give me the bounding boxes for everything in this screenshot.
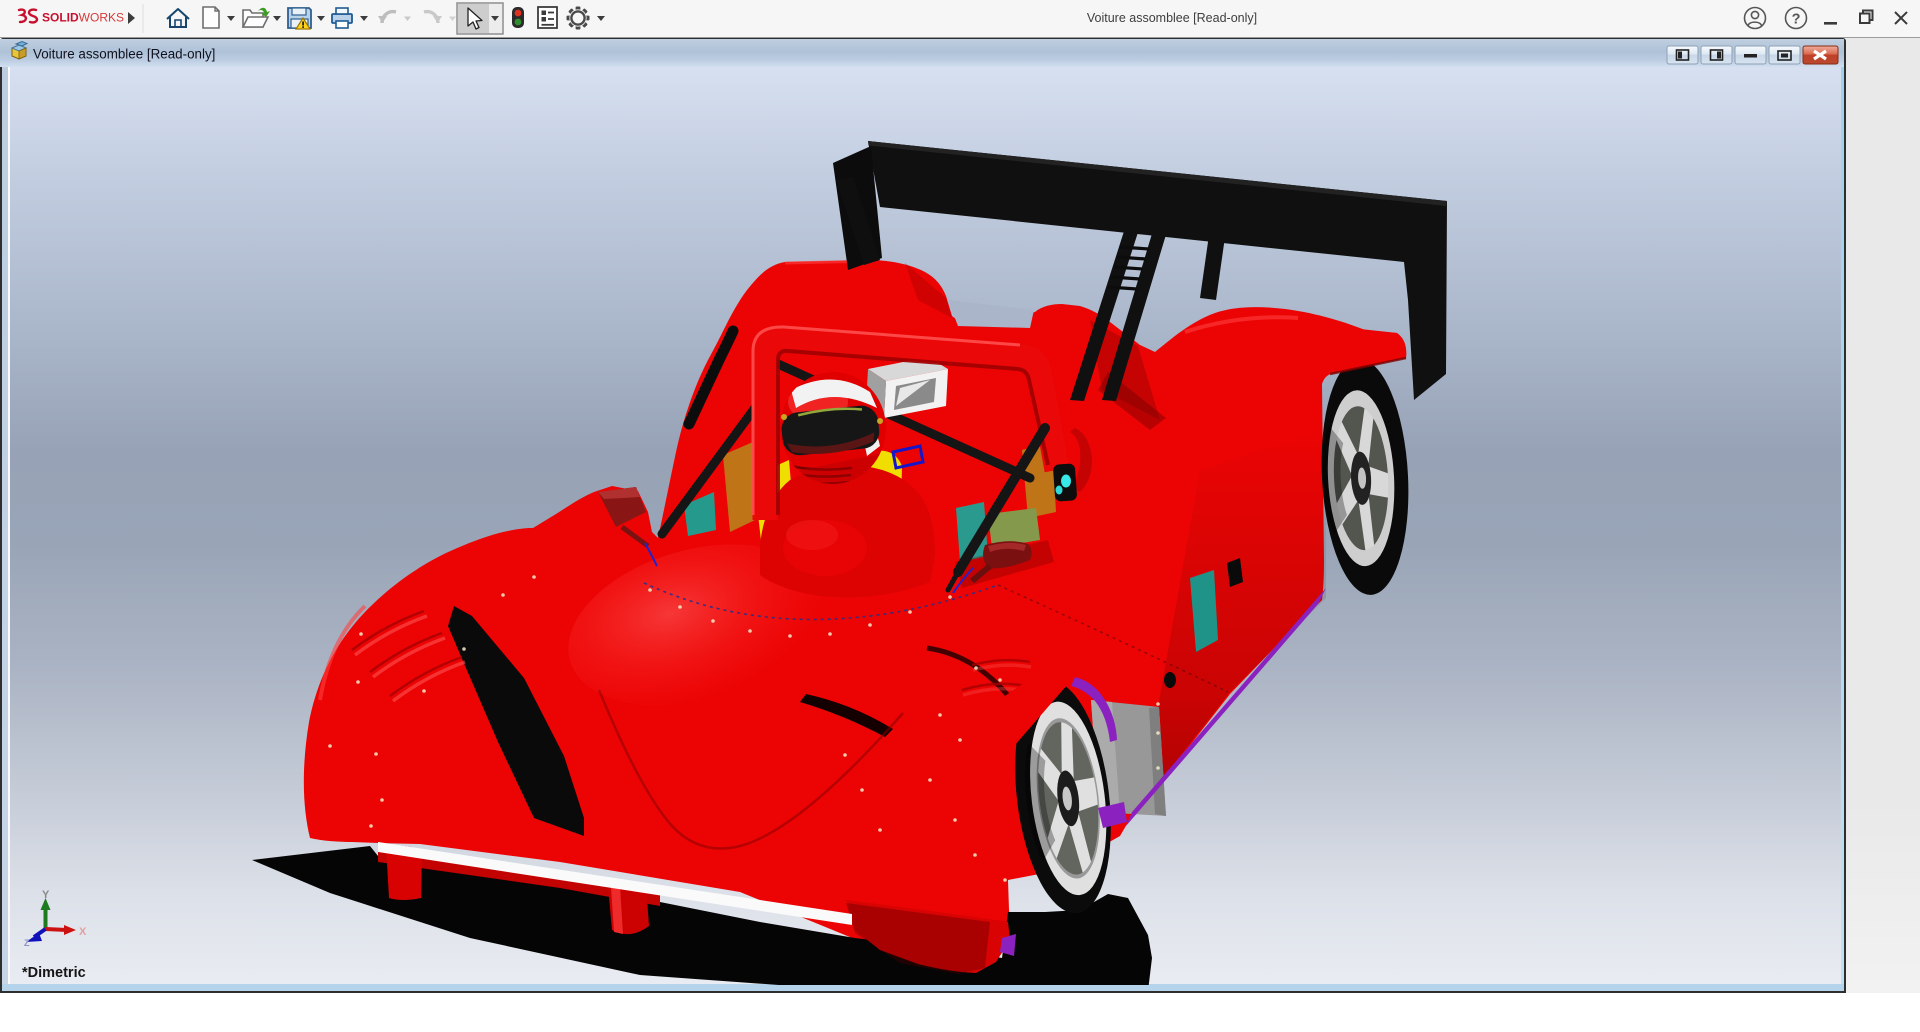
svg-text:*Dimetric: *Dimetric <box>22 965 86 981</box>
svg-text:X: X <box>79 926 87 938</box>
svg-text:Z: Z <box>24 938 30 948</box>
svg-text:?: ? <box>1792 12 1801 28</box>
svg-text:Voiture assomblee [Read-only]: Voiture assomblee [Read-only] <box>1087 11 1257 25</box>
svg-text:SOLIDWORKS: SOLIDWORKS <box>42 11 124 25</box>
svg-text:Voiture assomblee [Read-only]: Voiture assomblee [Read-only] <box>33 47 215 62</box>
